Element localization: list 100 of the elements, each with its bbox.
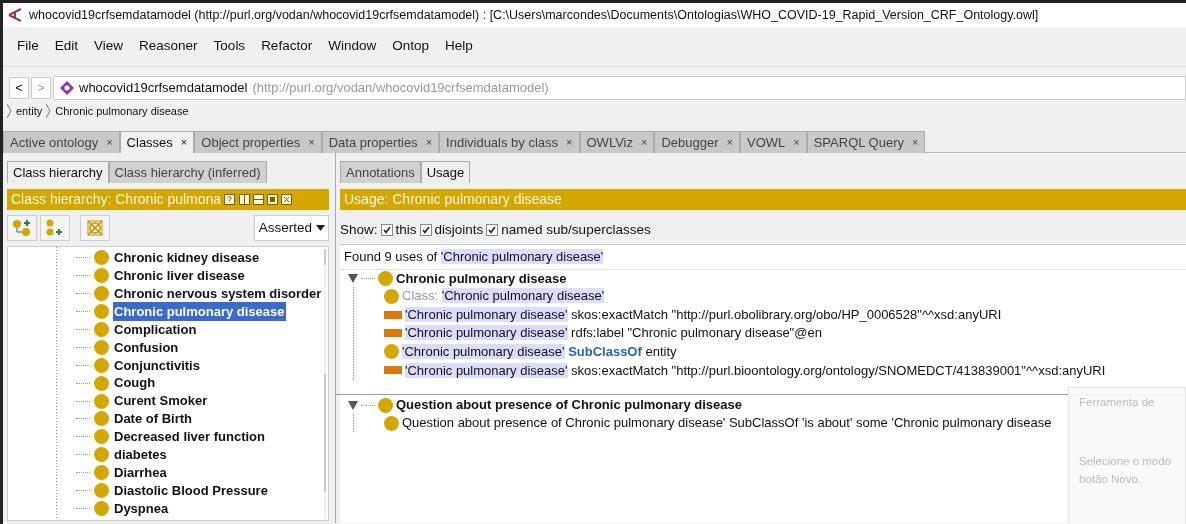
menu-item[interactable]: Ontop — [384, 36, 437, 57]
checkbox-label: this — [395, 221, 417, 239]
usage-entry[interactable]: Question about presence of Chronic pulmonary disease' SubClassOf 'is about' some 'Chronic pulmonary disease — [402, 413, 1052, 433]
tab[interactable]: Debugger × — [654, 131, 740, 153]
breadcrumb-item[interactable]: entity — [16, 102, 43, 120]
tab-close-button[interactable]: × — [793, 134, 800, 151]
class-icon — [94, 375, 109, 391]
menu-item[interactable]: Help — [436, 36, 481, 57]
menu-item[interactable]: View — [86, 36, 132, 57]
tab-close-button[interactable]: × — [912, 134, 919, 151]
tab[interactable]: VOWL × — [739, 131, 807, 153]
class-icon — [94, 465, 109, 481]
back-button[interactable]: < — [9, 77, 29, 99]
breadcrumb-item[interactable]: Chronic pulmonary disease — [55, 102, 189, 120]
tab[interactable]: Classes × — [119, 131, 195, 153]
usage-entry[interactable]: 'Chronic pulmonary disease' skos:exactMatch "http://purl.bioontology.org/ontology/SNOMEDCT/413839001"^^xsd:anyURI — [405, 360, 1106, 381]
class-icon — [384, 415, 399, 431]
tab[interactable]: Individuals by class × — [439, 131, 580, 153]
tree-item[interactable]: Chronic pulmonary disease — [113, 301, 286, 322]
add-subclass-button[interactable] — [7, 215, 37, 241]
add-sibling-button[interactable] — [40, 215, 70, 241]
usage-entry[interactable]: 'Chronic pulmonary disease' SubClassOf entity — [402, 342, 677, 362]
tab-close-button[interactable]: × — [308, 134, 315, 151]
class-icon — [94, 483, 109, 498]
tab-close-button[interactable]: × — [180, 134, 188, 151]
tab[interactable]: Class hierarchy (inferred) — [108, 161, 267, 183]
diamond-icon — [60, 81, 74, 95]
tab[interactable]: Annotations — [340, 161, 421, 183]
menu-item[interactable]: Refactor — [253, 36, 321, 57]
expand-toggle[interactable] — [348, 273, 358, 283]
tree-item[interactable]: diabetes — [113, 445, 168, 465]
class-icon — [94, 339, 109, 355]
group-title: Question about presence of Chronic pulmonary disease — [396, 396, 743, 415]
split-vertical-icon[interactable] — [238, 194, 250, 205]
close-icon[interactable] — [281, 194, 293, 205]
class-icon — [94, 322, 109, 337]
tree-item[interactable]: Diarrhea — [113, 462, 168, 483]
class-icon — [94, 393, 109, 409]
checkbox[interactable] — [419, 224, 432, 237]
caret-icon — [316, 225, 325, 231]
tree-item[interactable]: Dyspnea — [113, 498, 170, 519]
class-icon — [94, 447, 109, 463]
checkbox-label: named sub/superclasses — [501, 221, 651, 239]
chevron-icon — [7, 104, 12, 118]
delete-icon — [85, 219, 104, 237]
tab[interactable]: Usage — [420, 161, 471, 183]
show-label: Show: — [340, 221, 378, 239]
menu-item[interactable]: Reasoner — [131, 36, 206, 57]
usage-summary: Found 9 uses of 'Chronic pulmonary disease' — [344, 249, 604, 265]
tree-item[interactable]: Complication — [113, 319, 198, 340]
tab[interactable]: Class hierarchy — [7, 161, 109, 183]
hierarchy-mode-dropdown[interactable]: Asserted — [253, 215, 329, 241]
tree-item[interactable]: Decreased liver function — [113, 427, 266, 447]
chevron-icon — [46, 104, 52, 118]
tab[interactable]: OWLViz × — [579, 131, 655, 153]
tree-item[interactable]: Chronic kidney disease — [113, 248, 261, 268]
tab-close-button[interactable]: × — [726, 134, 733, 151]
annotation-icon — [384, 366, 402, 375]
menu-item[interactable]: File — [9, 36, 47, 57]
tree-item[interactable]: Curent Smoker — [113, 391, 209, 411]
tab[interactable]: SPARQL Query × — [806, 131, 926, 153]
entity-address-field[interactable]: whocovid19crfsemdatamodel (http://purl.org/vodan/whocovid19crfsemdatamodel) — [53, 76, 1186, 100]
class-icon — [94, 357, 109, 373]
app-logo-icon — [7, 8, 23, 22]
help-icon[interactable] — [224, 194, 236, 205]
checkbox[interactable] — [380, 224, 393, 237]
tab-close-button[interactable]: × — [641, 134, 648, 151]
panel-header: Class hierarchy: Chronic pulmona — [11, 190, 222, 209]
maximize-icon[interactable] — [267, 194, 279, 205]
split-horizontal-icon[interactable] — [252, 194, 264, 205]
checkbox[interactable] — [486, 224, 499, 237]
tree-item[interactable]: Conjunctivitis — [113, 355, 201, 376]
tree-item[interactable]: Confusion — [113, 337, 180, 358]
add-sibling-icon — [45, 219, 65, 237]
class-icon — [378, 397, 393, 413]
tree-item[interactable]: Date of Birth — [113, 409, 193, 429]
usage-entry[interactable]: 'Chronic pulmonary disease' skos:exactMatch "http://purl.obolibrary.org/obo/HP_0006528"^^xsd:anyURI — [405, 304, 1002, 325]
tab-close-button[interactable]: × — [106, 134, 113, 151]
menu-item[interactable]: Window — [320, 36, 385, 57]
expand-toggle[interactable] — [348, 400, 358, 410]
class-icon — [94, 250, 109, 266]
add-subclass-icon — [12, 219, 32, 237]
class-icon — [94, 286, 109, 302]
delete-button[interactable] — [79, 215, 110, 241]
tab-close-button[interactable]: × — [566, 134, 573, 151]
tab[interactable]: Active ontology × — [3, 131, 120, 153]
tree-item[interactable]: Cough — [113, 373, 157, 393]
scrollbar[interactable] — [324, 249, 326, 518]
usage-entry[interactable]: 'Chronic pulmonary disease' rdfs:label "Chronic pulmonary disease"@en — [405, 323, 822, 343]
tab[interactable]: Data properties × — [321, 131, 440, 153]
class-icon — [94, 411, 109, 427]
menu-item[interactable]: Edit — [46, 36, 87, 57]
menu-item[interactable]: Tools — [205, 36, 254, 57]
tree-item[interactable]: Chronic nervous system disorder — [113, 284, 323, 304]
class-icon — [94, 268, 109, 284]
overlay-title: Ferramenta de — [1079, 395, 1156, 410]
tree-item[interactable]: Chronic liver disease — [113, 266, 246, 286]
tab-close-button[interactable]: × — [425, 134, 433, 151]
tree-item[interactable]: Diastolic Blood Pressure — [113, 480, 269, 501]
tab[interactable]: Object properties × — [194, 131, 322, 153]
